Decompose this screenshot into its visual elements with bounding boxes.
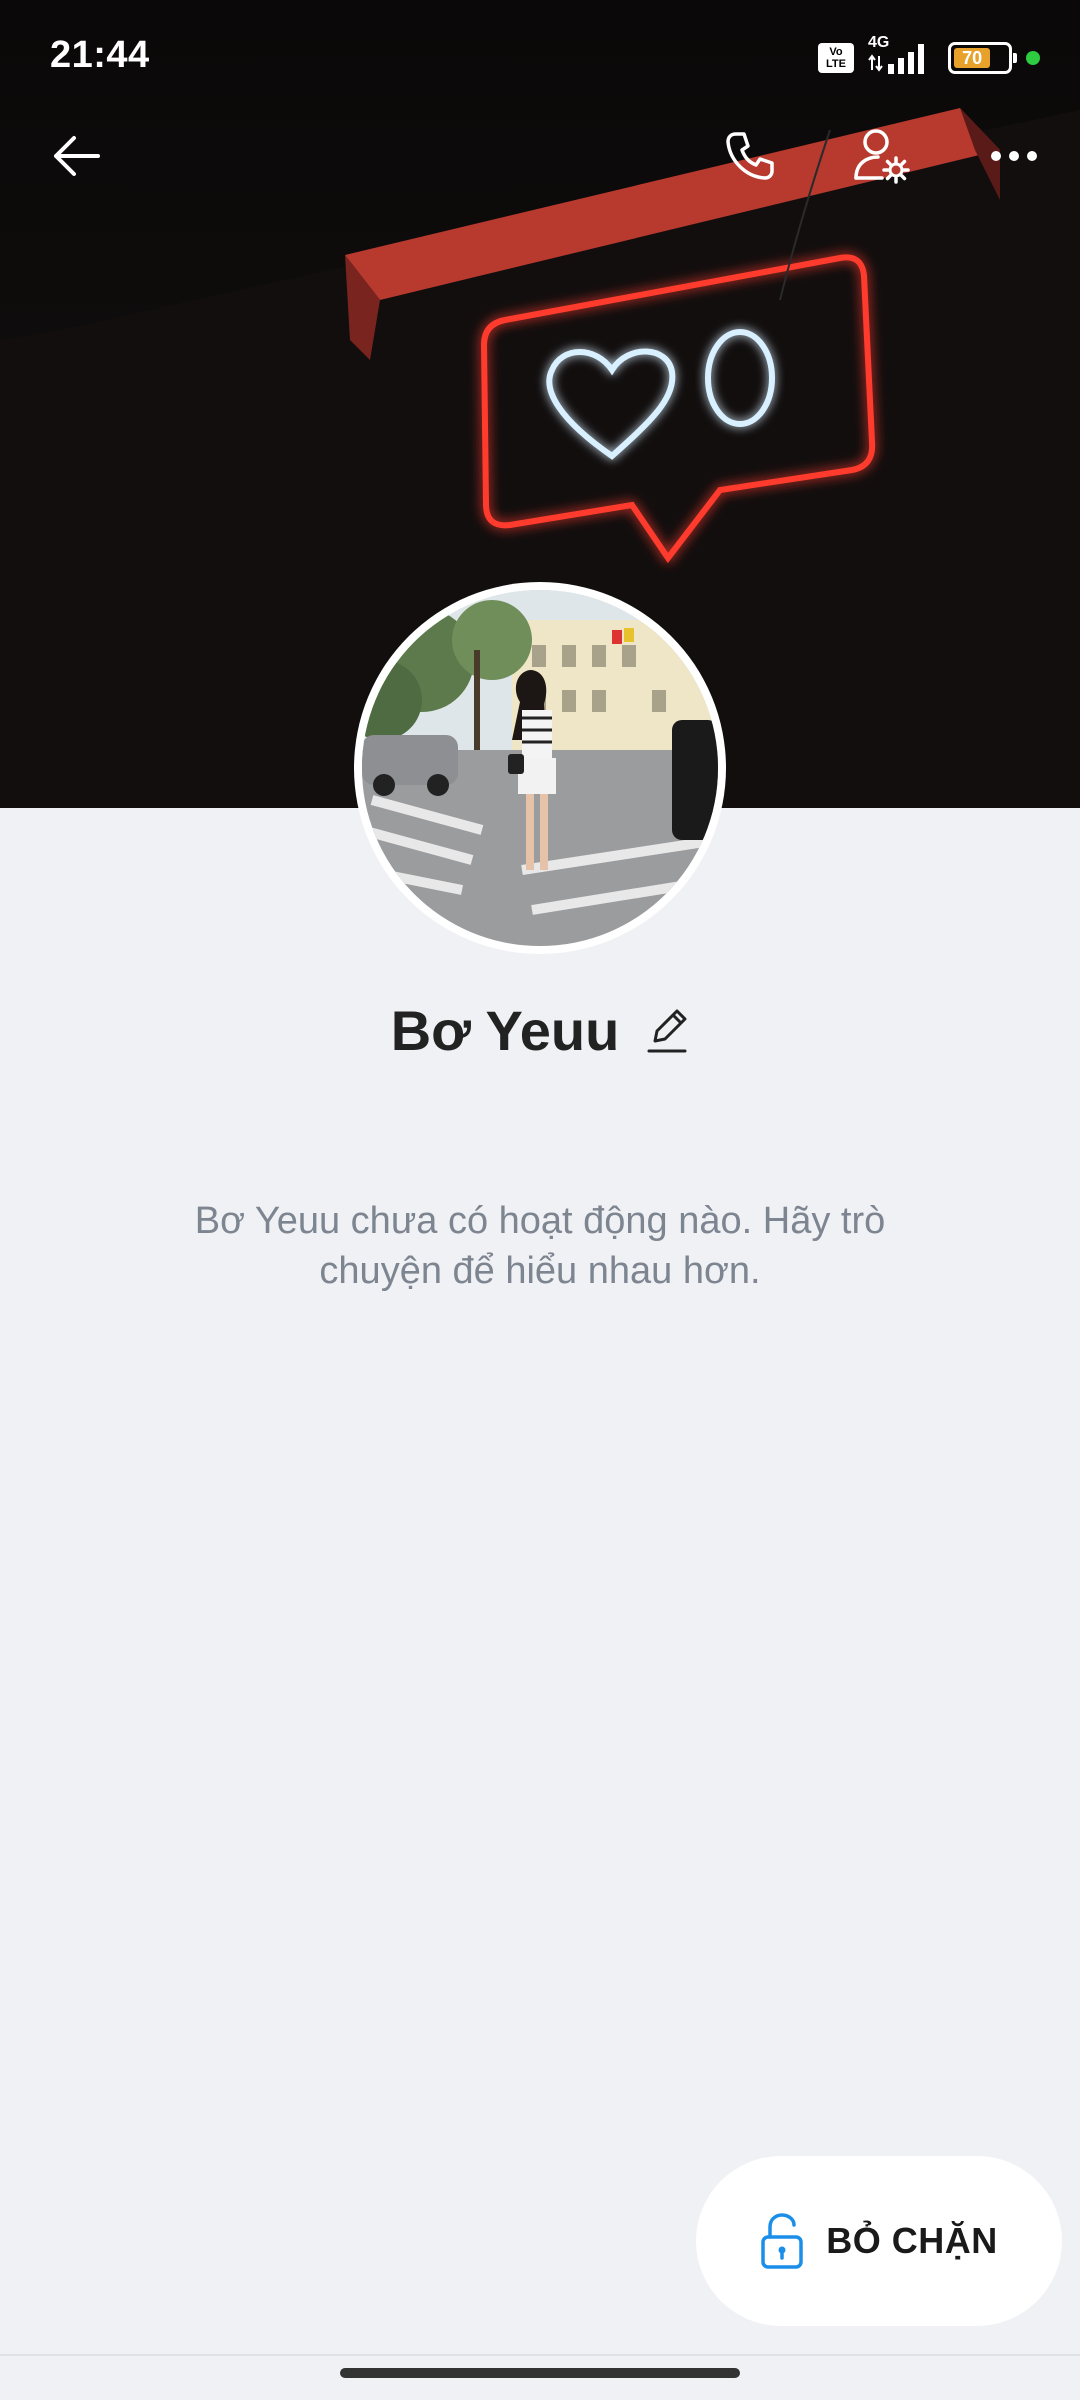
network-type: 4G <box>868 34 890 51</box>
status-time: 21:44 <box>50 34 150 76</box>
status-icons: Vo LTE 4G 70 <box>818 34 1040 80</box>
avatar-photo <box>362 590 718 946</box>
unblock-label: BỎ CHẶN <box>826 2220 998 2261</box>
signal-icon: 4G <box>868 34 934 76</box>
top-nav <box>0 120 1080 200</box>
back-button[interactable] <box>40 120 112 192</box>
unlock-icon <box>761 2213 803 2269</box>
unblock-button[interactable]: BỎ CHẶN <box>696 2156 1062 2326</box>
volte-top-label: Vo <box>829 46 843 58</box>
user-settings-button[interactable] <box>846 120 918 192</box>
volte-bottom-label: LTE <box>826 58 846 70</box>
profile-avatar[interactable] <box>354 582 726 954</box>
volte-icon: Vo LTE <box>818 43 854 73</box>
edit-name-button[interactable] <box>645 1004 689 1056</box>
battery-level: 70 <box>962 47 983 68</box>
profile-name: Bơ Yeuu <box>390 998 620 1062</box>
more-dots-icon <box>991 151 1037 161</box>
profile-name-row: Bơ Yeuu <box>0 990 1080 1070</box>
status-bar: 21:44 Vo LTE 4G 70 <box>0 0 1080 110</box>
nav-bar-divider <box>0 2354 1080 2356</box>
home-indicator[interactable] <box>340 2368 740 2378</box>
privacy-dot-icon <box>1026 51 1040 65</box>
phone-icon <box>726 132 774 180</box>
avatar-street-photo <box>362 590 718 946</box>
empty-activity-message: Bơ Yeuu chưa có hoạt động nào. Hãy trò c… <box>194 1200 886 1292</box>
battery-icon: 70 <box>948 42 1017 74</box>
user-settings-icon <box>854 129 910 184</box>
pencil-icon <box>647 1009 687 1053</box>
more-options-button[interactable] <box>978 120 1050 192</box>
call-button[interactable] <box>714 120 786 192</box>
arrow-left-icon <box>54 136 100 176</box>
battery-fill: 70 <box>954 47 991 68</box>
